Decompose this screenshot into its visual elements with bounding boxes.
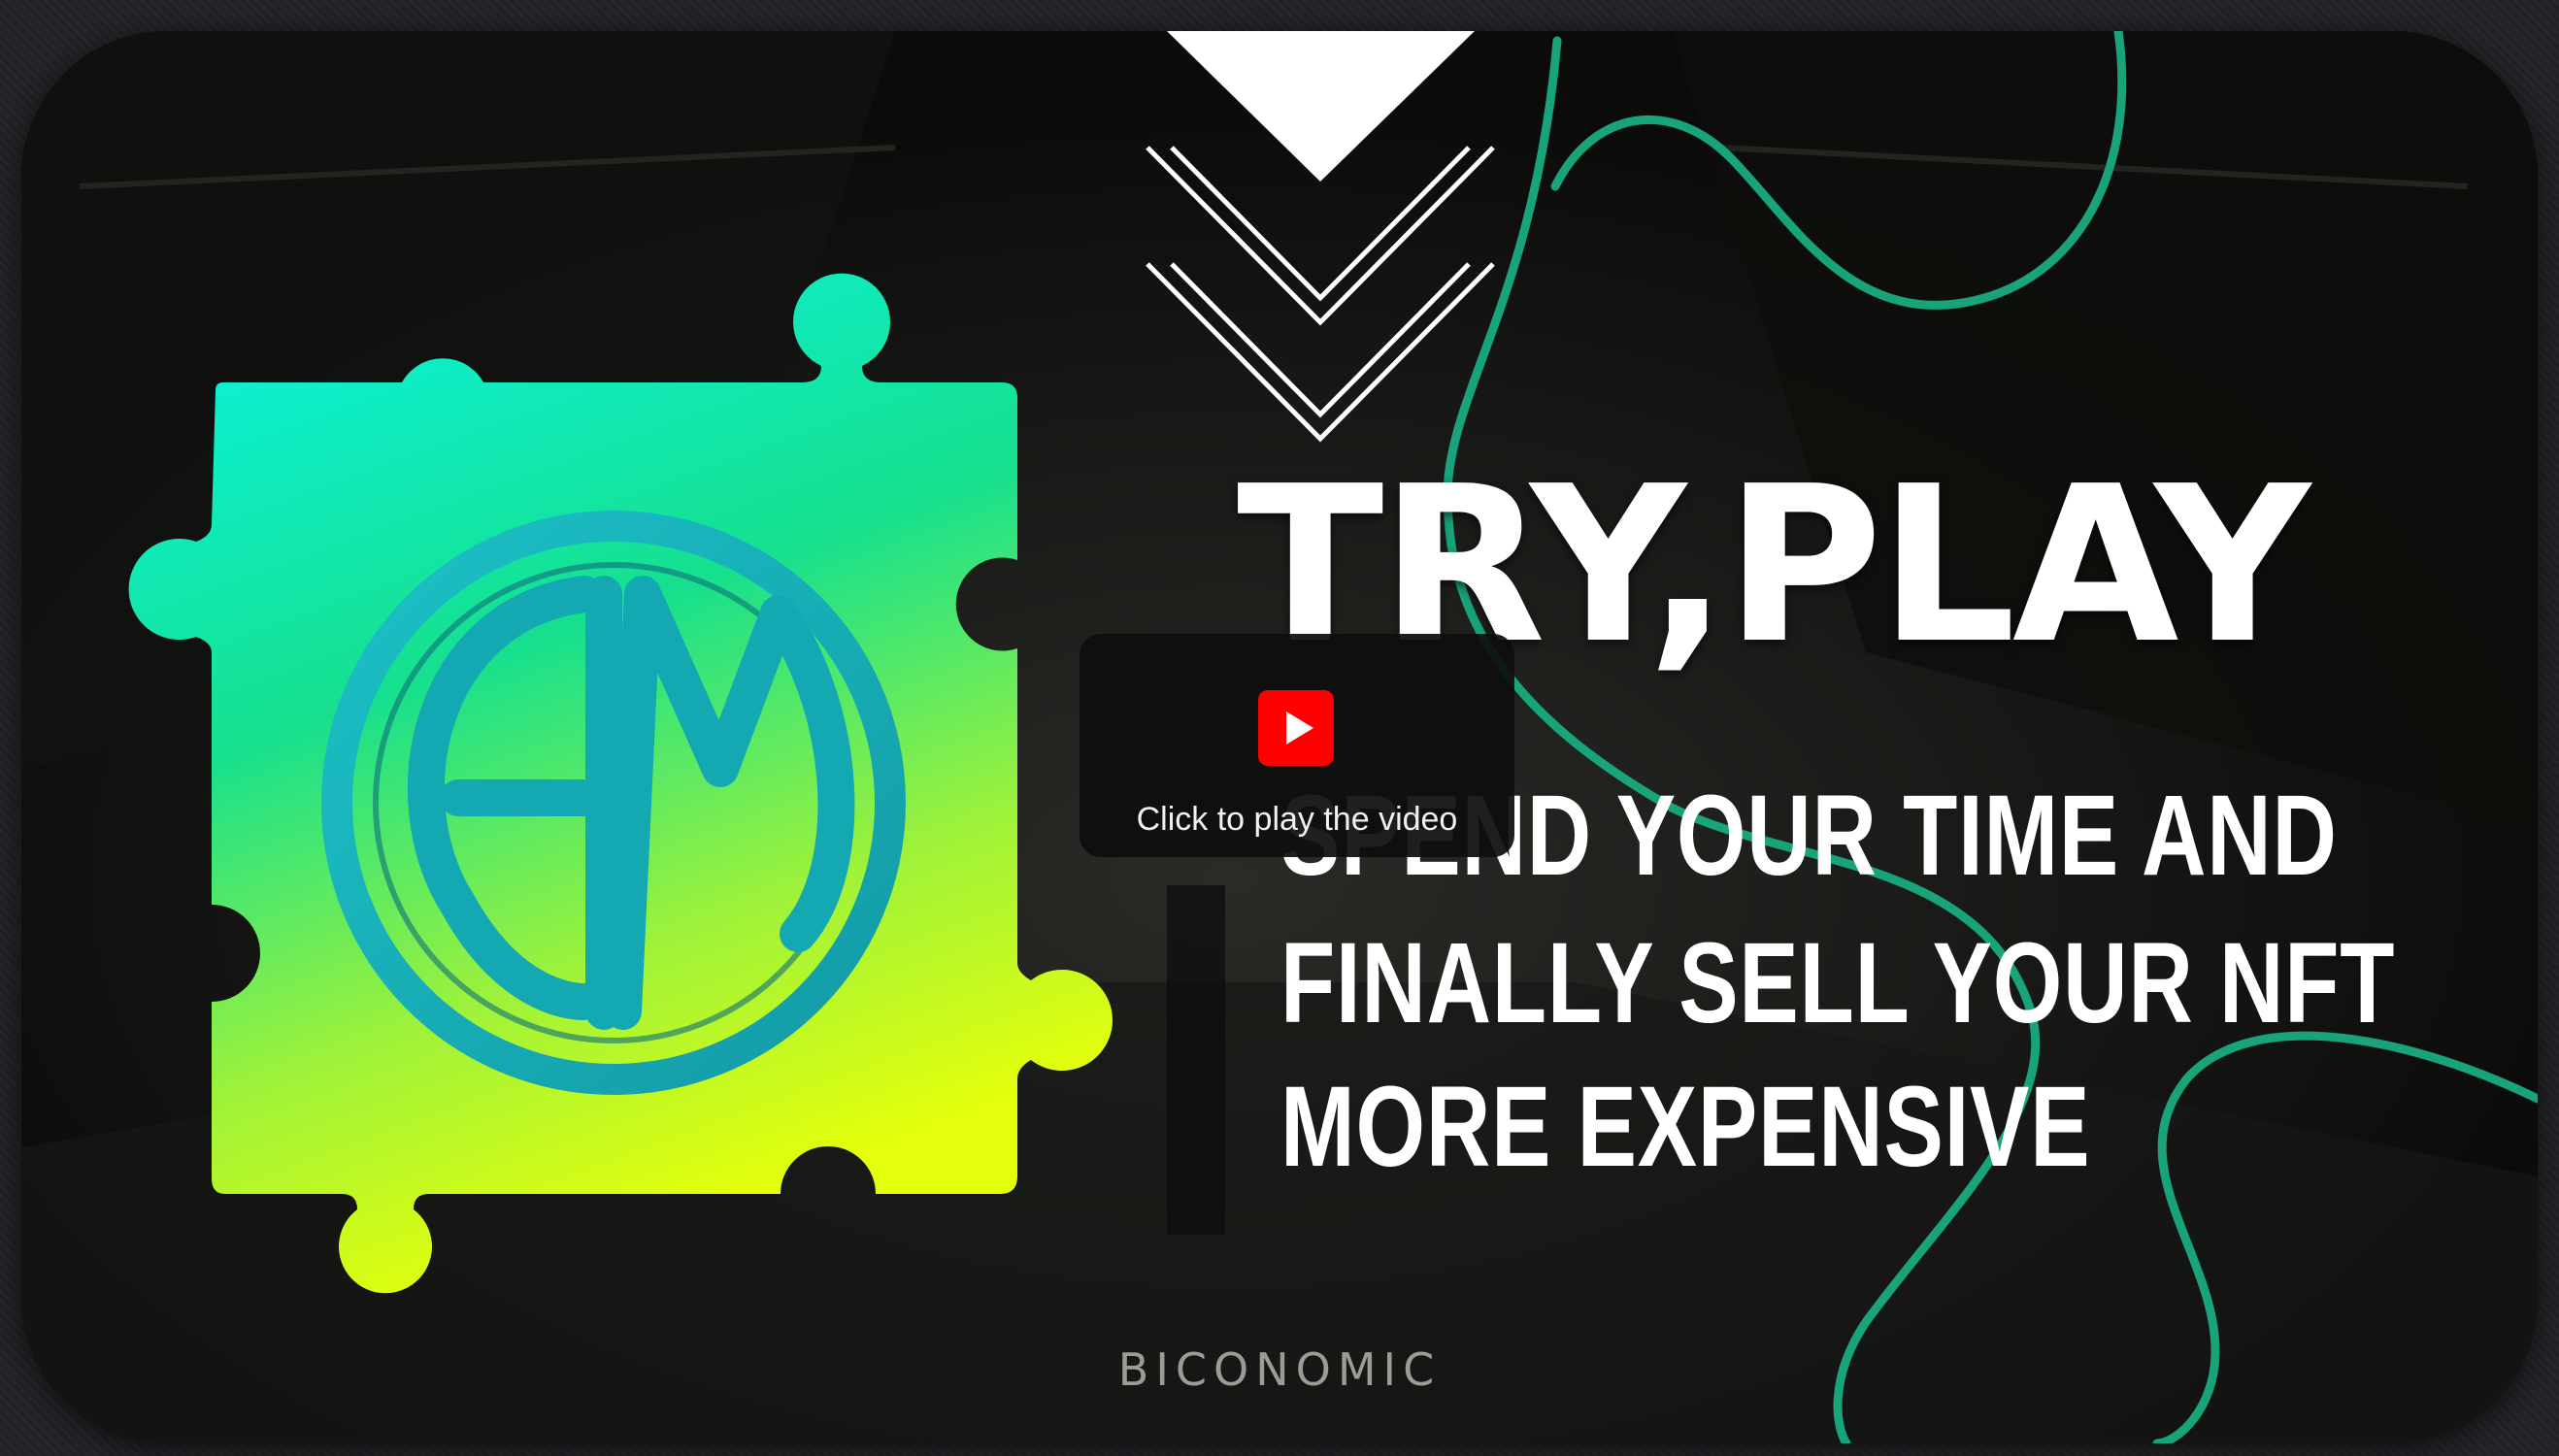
chevron-down-icon [1146, 31, 1495, 443]
youtube-play-icon[interactable] [1258, 690, 1334, 766]
accent-curves [1443, 31, 2538, 1443]
biconomic-puzzle-logo [128, 273, 1113, 1294]
page: TRY,PLAY SPEND YOUR TIME AND FINALLY SEL… [0, 0, 2559, 1456]
play-video-button[interactable]: Click to play the video [1080, 634, 1514, 857]
brand-wordmark: BICONOMIC [1117, 1343, 1442, 1396]
video-thumbnail[interactable]: TRY,PLAY SPEND YOUR TIME AND FINALLY SEL… [21, 31, 2538, 1443]
play-caption: Click to play the video [1136, 801, 1458, 838]
subline-2: FINALLY SELL YOUR NFT [1280, 919, 2396, 1047]
subline-3: MORE EXPENSIVE [1280, 1063, 2091, 1191]
